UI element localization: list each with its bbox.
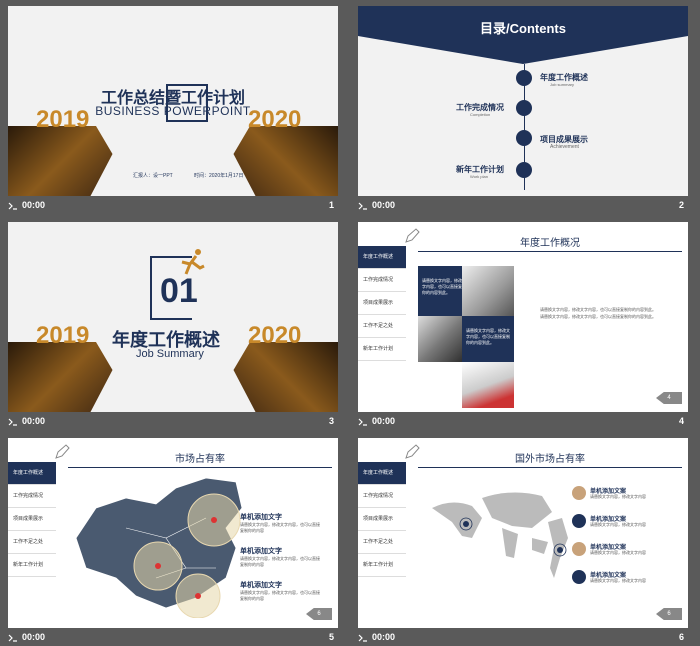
slide-thumb-6[interactable]: 国外市场占有率 年度工作概述 工作完成情况 项目成果展示 工作不足之处 新年工作…	[358, 438, 688, 646]
slide-thumb-3[interactable]: 2019 2020 01 年度工作概述 Job Summary 00:00 3	[8, 222, 338, 430]
sidebar-item-shortcomings[interactable]: 工作不足之处	[358, 315, 406, 338]
sidebar-item-shortcomings[interactable]: 工作不足之处	[358, 531, 406, 554]
timer-icon	[358, 201, 368, 210]
slide-number: 3	[328, 416, 334, 426]
point-title: 单机添加文字	[240, 548, 282, 555]
slide-thumb-4[interactable]: 年度工作概况 年度工作概述 工作完成情况 项目成果展示 工作不足之处 新年工作计…	[358, 222, 688, 430]
sidebar-item-summary[interactable]: 年度工作概述	[358, 246, 406, 269]
slide-info-bar: 00:00 2	[358, 198, 688, 214]
point-desc: 请替换文字内容，修改文字内容	[590, 578, 646, 583]
photo-hand	[462, 266, 514, 316]
slide-canvas: 2019 2020 01 年度工作概述 Job Summary	[8, 222, 338, 412]
slide-number: 4	[678, 416, 684, 426]
slide-title: 国外市场占有率	[418, 450, 682, 468]
world-map	[432, 492, 568, 578]
china-map	[75, 477, 243, 618]
sidebar-item-plan[interactable]: 新年工作计划	[358, 554, 406, 577]
timer-icon	[8, 633, 18, 642]
slide-subtitle: Job Summary	[136, 348, 204, 360]
page-tag: 4	[656, 392, 682, 404]
section-index: 01	[160, 272, 198, 310]
sidebar-nav: 年度工作概述 工作完成情况 项目成果展示 工作不足之处 新年工作计划	[358, 462, 406, 577]
slide-thumb-5[interactable]: 市场占有率 年度工作概述 工作完成情况 项目成果展示 工作不足之处 新年工作计划…	[8, 438, 338, 646]
cliff-image	[8, 126, 338, 196]
sidebar-item-summary[interactable]: 年度工作概述	[358, 462, 406, 485]
slide-canvas: 年度工作概况 年度工作概述 工作完成情况 项目成果展示 工作不足之处 新年工作计…	[358, 222, 688, 412]
sidebar-item-completion[interactable]: 工作完成情况	[358, 269, 406, 292]
sidebar-item-shortcomings[interactable]: 工作不足之处	[8, 531, 56, 554]
toc-item-1-en: Job summary	[550, 82, 575, 87]
point-title: 单机添加文字	[240, 582, 282, 589]
sidebar-item-summary[interactable]: 年度工作概述	[8, 462, 56, 485]
slide-number: 5	[328, 632, 334, 642]
point-desc: 请替换文字内容，修改文字内容	[590, 522, 646, 527]
sidebar-nav: 年度工作概述 工作完成情况 项目成果展示 工作不足之处 新年工作计划	[8, 462, 56, 577]
slide-info-bar: 00:00 3	[8, 414, 338, 430]
toc-item-2-en: Completion	[470, 112, 491, 117]
slide-time: 00:00	[22, 200, 46, 210]
page-tag: 6	[656, 608, 682, 620]
point-desc: 请替换文字内容，修改文字内容，也可以直接复制你的内容	[240, 590, 320, 601]
handshake-icon	[572, 486, 586, 500]
timer-icon	[8, 201, 18, 210]
sidebar-item-achievement[interactable]: 项目成果展示	[358, 508, 406, 531]
slide-time: 00:00	[372, 200, 396, 210]
sidebar-nav: 年度工作概述 工作完成情况 项目成果展示 工作不足之处 新年工作计划	[358, 246, 406, 361]
sidebar-item-completion[interactable]: 工作完成情况	[8, 485, 56, 508]
timer-icon	[358, 633, 368, 642]
slide-time: 00:00	[372, 416, 396, 426]
slide-canvas: 国外市场占有率 年度工作概述 工作完成情况 项目成果展示 工作不足之处 新年工作…	[358, 438, 688, 628]
point-desc: 请替换文字内容，修改文字内容	[590, 550, 646, 555]
slide-info-bar: 00:00 4	[358, 414, 688, 430]
slide-thumb-1[interactable]: 2019 2020 工作总结暨工作计划 BUSINESS POWERPOINT …	[8, 6, 338, 214]
sidebar-item-achievement[interactable]: 项目成果展示	[8, 508, 56, 531]
toc-item-4-en: Work plan	[470, 174, 488, 179]
gear-icon	[572, 514, 586, 528]
toc-item-3-en: Achievement	[550, 144, 579, 150]
point-title: 单机添加文字	[240, 514, 282, 521]
slide-title: 年度工作概况	[418, 234, 682, 252]
slide-time: 00:00	[22, 416, 46, 426]
year-right: 2020	[248, 322, 302, 349]
timeline-node	[516, 130, 532, 146]
slide-time: 00:00	[22, 632, 46, 642]
sidebar-item-plan[interactable]: 新年工作计划	[8, 554, 56, 577]
slide-canvas: 2019 2020 工作总结暨工作计划 BUSINESS POWERPOINT …	[8, 6, 338, 196]
timer-icon	[358, 417, 368, 426]
slide-number: 1	[328, 200, 334, 210]
photo-chart	[462, 362, 514, 408]
point-desc: 请替换文字内容，修改文字内容，也可以直接复制你的内容	[240, 522, 320, 533]
body-text: 请替换文字内容，修改文字内容，也可以直接复制你的内容到此。请替换文字内容，修改文…	[540, 307, 656, 319]
text-box: 请替换文字内容，修改文字内容，也可以直接复制你的内容到此。	[462, 316, 514, 362]
timeline-node	[516, 162, 532, 178]
point-desc: 请替换文字内容，修改文字内容，也可以直接复制你的内容	[240, 556, 320, 567]
timeline-node	[516, 100, 532, 116]
sidebar-item-plan[interactable]: 新年工作计划	[358, 338, 406, 361]
sidebar-item-achievement[interactable]: 项目成果展示	[358, 292, 406, 315]
timeline-node	[516, 70, 532, 86]
runner-icon	[181, 249, 205, 275]
slide-canvas: 目录/Contents 年度工作概述 Job summary 工作完成情况 Co…	[358, 6, 688, 196]
slide-title: 市场占有率	[68, 450, 332, 468]
slide-info-bar: 00:00 5	[8, 630, 338, 646]
slide-thumb-2[interactable]: 目录/Contents 年度工作概述 Job summary 工作完成情况 Co…	[358, 6, 688, 214]
timer-icon	[8, 417, 18, 426]
sidebar-item-completion[interactable]: 工作完成情况	[358, 485, 406, 508]
slide-info-bar: 00:00 6	[358, 630, 688, 646]
slide-info-bar: 00:00 1	[8, 198, 338, 214]
slide-subtitle: BUSINESS POWERPOINT	[95, 104, 251, 118]
slide-title: 目录/Contents	[480, 21, 566, 36]
reporter: 汇报人：设一PPT	[133, 173, 173, 179]
gear-icon	[572, 570, 586, 584]
page-tag: 6	[306, 608, 332, 620]
slide-time: 00:00	[372, 632, 396, 642]
year-left: 2019	[36, 322, 90, 349]
slide-number: 6	[678, 632, 684, 642]
slide-canvas: 市场占有率 年度工作概述 工作完成情况 项目成果展示 工作不足之处 新年工作计划…	[8, 438, 338, 628]
date: 时间：2020年1月17日	[194, 173, 244, 179]
point-desc: 请替换文字内容，修改文字内容	[590, 494, 646, 499]
slide-number: 2	[678, 200, 684, 210]
handshake-icon	[572, 542, 586, 556]
